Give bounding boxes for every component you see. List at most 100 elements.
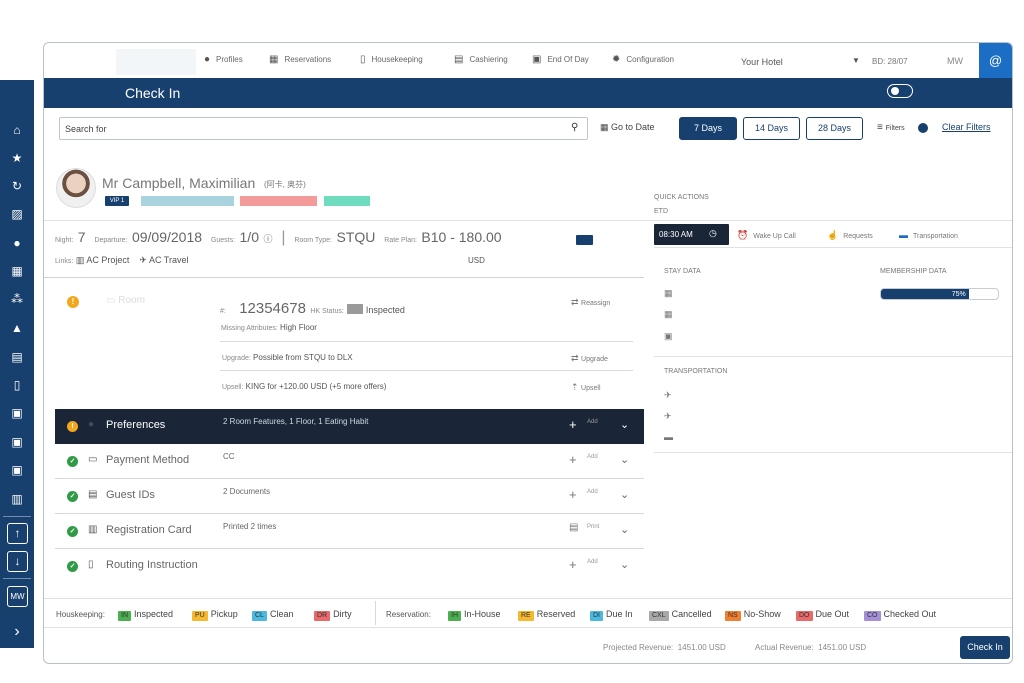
add-icon[interactable]: + xyxy=(569,417,577,432)
legend-code: RE xyxy=(518,611,534,621)
membership-progress-label: 75% xyxy=(951,291,966,298)
door-icon: ▯ xyxy=(360,54,366,65)
door-key-icon[interactable]: ▯ xyxy=(0,373,34,397)
star-icon[interactable]: ★ xyxy=(0,146,34,170)
chevron-down-icon[interactable]: ⌄ xyxy=(620,418,629,431)
link-ac-travel[interactable]: AC Travel xyxy=(149,255,189,265)
guest-name[interactable]: Mr Campbell, Maximilian xyxy=(102,175,255,191)
service-bell-icon[interactable]: ▲ xyxy=(0,316,34,340)
calendar-icon: ▦ xyxy=(600,122,612,132)
actual-revenue: Actual Revenue: 1451.00 USD xyxy=(755,643,866,652)
add-icon[interactable]: + xyxy=(569,452,577,467)
calendar-icon: ▦ xyxy=(269,54,279,65)
rate-plan-label: Rate Plan: xyxy=(384,237,417,244)
section-action-label[interactable]: Add xyxy=(587,419,598,425)
clipboard-check-icon[interactable]: ▣ xyxy=(0,430,34,454)
chevron-down-icon[interactable]: ⌄ xyxy=(620,523,629,536)
nav-reservations[interactable]: ▦ Reservations xyxy=(269,54,331,65)
room-type-label: Room Type: xyxy=(294,237,333,244)
nav-label: Reservations xyxy=(284,55,332,64)
section-action-label[interactable]: Print xyxy=(587,524,599,530)
section-title: Routing Instruction xyxy=(106,559,198,571)
check-in-button[interactable]: Check In xyxy=(960,636,1010,659)
search-icon[interactable]: ⚲ xyxy=(571,122,578,133)
scroll-up-button[interactable]: ↑ xyxy=(7,523,28,544)
refresh-icon[interactable]: ↻ xyxy=(0,174,34,198)
nav-cashiering[interactable]: ▤ Cashiering xyxy=(454,54,508,65)
etd-time-picker[interactable]: 08:30 AM xyxy=(654,224,729,245)
upgrade-button[interactable]: ⇄ Upgrade xyxy=(571,353,608,364)
section-preferences[interactable]: ! ● Preferences 2 Room Features, 1 Floor… xyxy=(55,409,644,444)
projected-revenue-value: 1451.00 USD xyxy=(677,643,726,652)
person-icon: ● xyxy=(88,419,95,430)
nav-configuration[interactable]: ✹ Configuration xyxy=(612,54,674,65)
side-rail: ⌂ ★ ↻ ▨ ● ▦ ⁂ ▲ ▤ ▯ ▣ ▣ ▣ ▥ ↑ ↓ MW › xyxy=(0,80,34,648)
rate-plan-badge[interactable] xyxy=(576,235,593,245)
caret-down-icon[interactable]: ▼ xyxy=(852,56,860,65)
section-guest-ids[interactable]: ✓ ▤ Guest IDs 2 Documents + Add ⌄ xyxy=(55,479,644,514)
nav-end-of-day[interactable]: ▣ End Of Day xyxy=(532,54,589,65)
nav-housekeeping[interactable]: ▯ Housekeeping xyxy=(360,54,423,65)
wake-up-call-button[interactable]: ⏰ Wake Up Call xyxy=(737,230,796,241)
requests-button[interactable]: ☝ Requests xyxy=(827,230,873,241)
section-action-label[interactable]: Add xyxy=(587,454,598,460)
section-registration-card[interactable]: ✓ ▥ Registration Card Printed 2 times ▤ … xyxy=(55,514,644,549)
user-initials-button[interactable]: MW xyxy=(7,586,28,607)
nav-profiles[interactable]: ● Profiles xyxy=(204,54,243,65)
home-icon[interactable]: ⌂ xyxy=(0,118,34,142)
section-payment-method[interactable]: ✓ ▭ Payment Method CC + Add ⌄ xyxy=(55,444,644,479)
clear-filters-link[interactable]: Clear Filters xyxy=(942,122,991,132)
scroll-down-button[interactable]: ↓ xyxy=(7,551,28,572)
chevron-down-icon[interactable]: ⌄ xyxy=(620,558,629,571)
section-action-label[interactable]: Add xyxy=(587,489,598,495)
range-14-days-button[interactable]: 14 Days xyxy=(743,117,800,140)
range-7-days-button[interactable]: 7 Days xyxy=(679,117,737,140)
legend-label: Due In xyxy=(606,609,633,619)
info-icon[interactable]: ⓘ xyxy=(263,234,272,244)
upsell-row: Upsell: KING for +120.00 USD (+5 more of… xyxy=(222,382,386,391)
section-routing-instruction[interactable]: ✓ ▯ Routing Instruction + Add ⌄ xyxy=(55,549,644,584)
calculator-icon[interactable]: ▤ xyxy=(0,345,34,369)
search-input[interactable]: Search for xyxy=(59,117,588,140)
add-icon[interactable]: + xyxy=(569,487,577,502)
chart-icon[interactable]: ▥ xyxy=(0,487,34,511)
view-toggle[interactable] xyxy=(887,84,913,98)
reassign-button[interactable]: ⇄ Reassign xyxy=(571,297,610,308)
legend-code: CO xyxy=(864,611,881,621)
guest-name-alt: (阿卡, 奥芬) xyxy=(264,180,306,189)
section-action-label[interactable]: Add xyxy=(587,559,598,565)
guest-tag xyxy=(324,196,370,206)
user-menu[interactable]: MW xyxy=(947,56,963,66)
app-window: ● Profiles ▦ Reservations ▯ Housekeeping ▤ C… xyxy=(43,42,1013,664)
divider xyxy=(44,220,1012,221)
chevron-down-icon[interactable]: ⌄ xyxy=(620,488,629,501)
missing-attributes: Missing Attributes: High Floor xyxy=(221,323,317,332)
stripes-icon[interactable]: ▨ xyxy=(0,202,34,226)
filters-button[interactable]: ≡ Filters xyxy=(877,122,905,133)
clipboard-icon[interactable]: ▣ xyxy=(0,401,34,425)
at-icon[interactable]: @ xyxy=(979,43,1012,78)
document-icon: ▥ xyxy=(88,524,98,535)
legend-item: PU Pickup xyxy=(192,609,238,621)
print-icon[interactable]: ▤ xyxy=(569,522,578,533)
upgrade-label: Upgrade: xyxy=(222,355,251,362)
upsell-button[interactable]: ⇡ Upsell xyxy=(571,382,601,393)
avatar xyxy=(56,168,96,208)
projected-revenue: Projected Revenue: 1451.00 USD xyxy=(603,643,726,652)
check-icon: ✓ xyxy=(67,491,78,502)
add-icon[interactable]: + xyxy=(569,557,577,572)
chevron-down-icon[interactable]: ⌄ xyxy=(620,453,629,466)
hotel-selector[interactable]: Your Hotel xyxy=(741,57,783,67)
transportation-button[interactable]: ▬ Transportation xyxy=(899,230,958,240)
expand-rail-button[interactable]: › xyxy=(0,620,34,644)
range-28-days-button[interactable]: 28 Days xyxy=(806,117,863,140)
calendar-icon[interactable]: ▦ xyxy=(0,259,34,283)
group-icon[interactable]: ⁂ xyxy=(0,287,34,311)
clipboard-list-icon[interactable]: ▣ xyxy=(0,458,34,482)
link-ac-project[interactable]: AC Project xyxy=(86,255,129,265)
go-to-date-button[interactable]: ▦ Go to Date xyxy=(600,122,655,133)
user-icon[interactable]: ● xyxy=(0,231,34,255)
divider xyxy=(220,341,633,342)
transportation-title: TRANSPORTATION xyxy=(664,368,728,375)
clock-icon[interactable]: ◷ xyxy=(709,228,717,239)
